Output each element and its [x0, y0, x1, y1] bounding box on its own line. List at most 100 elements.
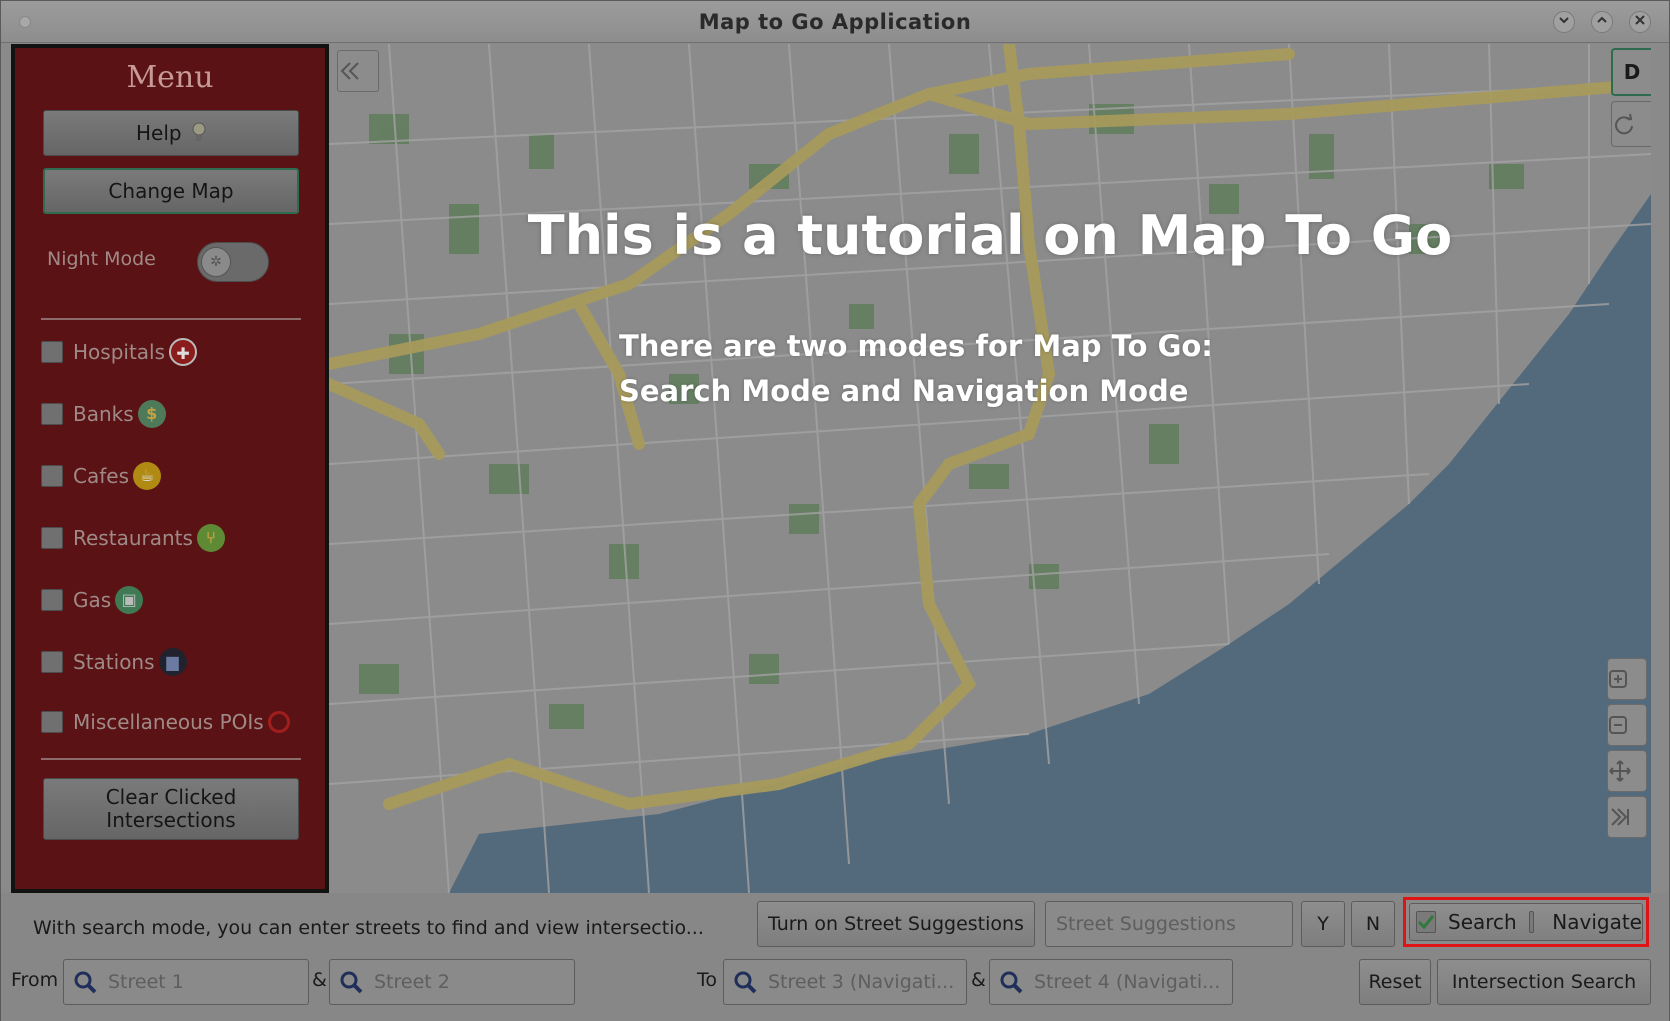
- hospital-icon: ✚: [169, 338, 198, 366]
- search-icon: [336, 967, 366, 997]
- street-2-input[interactable]: Street 2: [329, 959, 575, 1005]
- no-button[interactable]: N: [1351, 901, 1395, 947]
- minimize-button[interactable]: [1553, 11, 1575, 33]
- zoom-out-icon: [1609, 716, 1627, 734]
- poi-gas[interactable]: Gas ▣: [41, 584, 144, 616]
- menu-title: Menu: [126, 60, 214, 95]
- coffee-cup-icon: ☕: [133, 462, 161, 490]
- sidebar-menu: Menu Help Change Map Night Mode ✲ Hospit…: [11, 44, 329, 893]
- title-bar: Map to Go Application: [1, 1, 1669, 43]
- street-3-placeholder: Street 3 (Navigati...: [768, 971, 955, 993]
- help-button-label: Help: [136, 121, 182, 145]
- search-mode-checkbox[interactable]: [1416, 911, 1436, 933]
- intersection-search-button[interactable]: Intersection Search: [1437, 959, 1651, 1005]
- pan-button[interactable]: [1607, 750, 1647, 792]
- stations-checkbox[interactable]: [41, 651, 63, 673]
- street-suggestions-toggle-button[interactable]: Turn on Street Suggestions: [757, 901, 1035, 947]
- ampersand-label: &: [971, 969, 986, 991]
- to-label: To: [697, 969, 718, 991]
- gas-pump-icon: ▣: [115, 586, 144, 614]
- window-title: Map to Go Application: [698, 10, 972, 34]
- checkmark-icon: [1417, 915, 1435, 930]
- zoom-out-button[interactable]: [1607, 704, 1647, 746]
- map-canvas[interactable]: D This is a tutorial on Map To Go There …: [329, 44, 1651, 893]
- skip-end-icon: [1611, 808, 1629, 826]
- tutorial-subtitle: There are two modes for Map To Go: Searc…: [619, 324, 1213, 414]
- clear-label-line1: Clear Clicked: [105, 785, 237, 809]
- toggle-knob-icon: ✲: [201, 247, 231, 277]
- night-mode-toggle[interactable]: ✲: [197, 242, 269, 282]
- street-suggestions-field[interactable]: Street Suggestions: [1045, 901, 1293, 947]
- hospitals-checkbox[interactable]: [41, 341, 63, 363]
- poi-restaurants[interactable]: Restaurants ⑂: [41, 522, 225, 554]
- tutorial-line-1: There are two modes for Map To Go:: [619, 329, 1213, 363]
- tutorial-line-2: Search Mode and Navigation Mode: [619, 374, 1189, 408]
- navigate-mode-checkbox[interactable]: [1528, 911, 1535, 933]
- bottom-panel: With search mode, you can enter streets …: [1, 893, 1669, 1021]
- double-chevron-left-icon: [340, 62, 359, 80]
- poi-cafes[interactable]: Cafes ☕: [41, 460, 161, 492]
- ampersand-label: &: [312, 969, 327, 991]
- fork-knife-icon: ⑂: [196, 524, 225, 552]
- refresh-icon: [1615, 113, 1633, 135]
- mode-selector: Search Navigate: [1409, 903, 1643, 941]
- yes-button[interactable]: Y: [1301, 901, 1345, 947]
- poi-hospitals[interactable]: Hospitals ✚: [41, 336, 198, 368]
- poi-miscellaneous[interactable]: Miscellaneous POIs: [41, 706, 290, 738]
- app-window: Map to Go Application Menu Help Change M…: [0, 0, 1670, 1021]
- train-icon: ▆: [158, 648, 187, 676]
- map-graphic: [329, 44, 1651, 893]
- search-mode-label[interactable]: Search: [1448, 910, 1517, 934]
- directions-button[interactable]: D: [1611, 48, 1651, 96]
- search-icon: [70, 967, 100, 997]
- poi-label: Cafes: [73, 464, 129, 488]
- poi-label: Hospitals: [73, 340, 166, 364]
- skip-to-end-button[interactable]: [1607, 796, 1647, 838]
- change-map-button[interactable]: Change Map: [43, 168, 299, 214]
- night-mode-label: Night Mode: [47, 248, 156, 270]
- chevron-down-icon: [1559, 17, 1569, 24]
- maximize-button[interactable]: [1591, 11, 1613, 33]
- search-icon: [730, 967, 760, 997]
- reset-button[interactable]: Reset: [1359, 959, 1431, 1005]
- gas-checkbox[interactable]: [41, 589, 63, 611]
- street-4-placeholder: Street 4 (Navigati...: [1034, 971, 1221, 993]
- help-button[interactable]: Help: [43, 110, 299, 156]
- clear-label-line2: Intersections: [106, 808, 236, 832]
- collapse-sidebar-button[interactable]: [337, 50, 379, 92]
- divider: [41, 318, 301, 320]
- refresh-button[interactable]: [1611, 101, 1651, 147]
- street-1-input[interactable]: Street 1: [63, 959, 309, 1005]
- street-1-placeholder: Street 1: [108, 971, 184, 993]
- lightbulb-icon: [192, 122, 206, 141]
- close-button[interactable]: [1629, 11, 1651, 33]
- money-bag-icon: $: [137, 400, 166, 428]
- restaurants-checkbox[interactable]: [41, 527, 63, 549]
- street-3-input[interactable]: Street 3 (Navigati...: [723, 959, 967, 1005]
- close-icon: [1635, 15, 1645, 25]
- move-arrows-icon: [1609, 760, 1631, 782]
- navigate-mode-label[interactable]: Navigate: [1552, 910, 1642, 934]
- zoom-in-icon: [1609, 670, 1627, 688]
- poi-label: Miscellaneous POIs: [73, 710, 264, 734]
- poi-label: Restaurants: [73, 526, 193, 550]
- poi-label: Gas: [73, 588, 112, 612]
- poi-label: Stations: [73, 650, 155, 674]
- info-text: With search mode, you can enter streets …: [33, 917, 704, 939]
- banks-checkbox[interactable]: [41, 403, 63, 425]
- search-icon: [996, 967, 1026, 997]
- street-4-input[interactable]: Street 4 (Navigati...: [989, 959, 1233, 1005]
- zoom-in-button[interactable]: [1607, 658, 1647, 700]
- divider: [41, 758, 301, 760]
- chevron-up-icon: [1597, 16, 1607, 23]
- street-2-placeholder: Street 2: [374, 971, 450, 993]
- poi-banks[interactable]: Banks $: [41, 398, 166, 430]
- poi-stations[interactable]: Stations ▆: [41, 646, 187, 678]
- cafes-checkbox[interactable]: [41, 465, 63, 487]
- circle-marker-icon: [267, 711, 290, 733]
- miscellaneous-checkbox[interactable]: [41, 711, 63, 733]
- from-label: From: [11, 969, 59, 991]
- mode-selector-highlight: Search Navigate: [1403, 897, 1649, 947]
- poi-label: Banks: [73, 402, 134, 426]
- clear-intersections-button[interactable]: Clear Clicked Intersections: [43, 778, 299, 840]
